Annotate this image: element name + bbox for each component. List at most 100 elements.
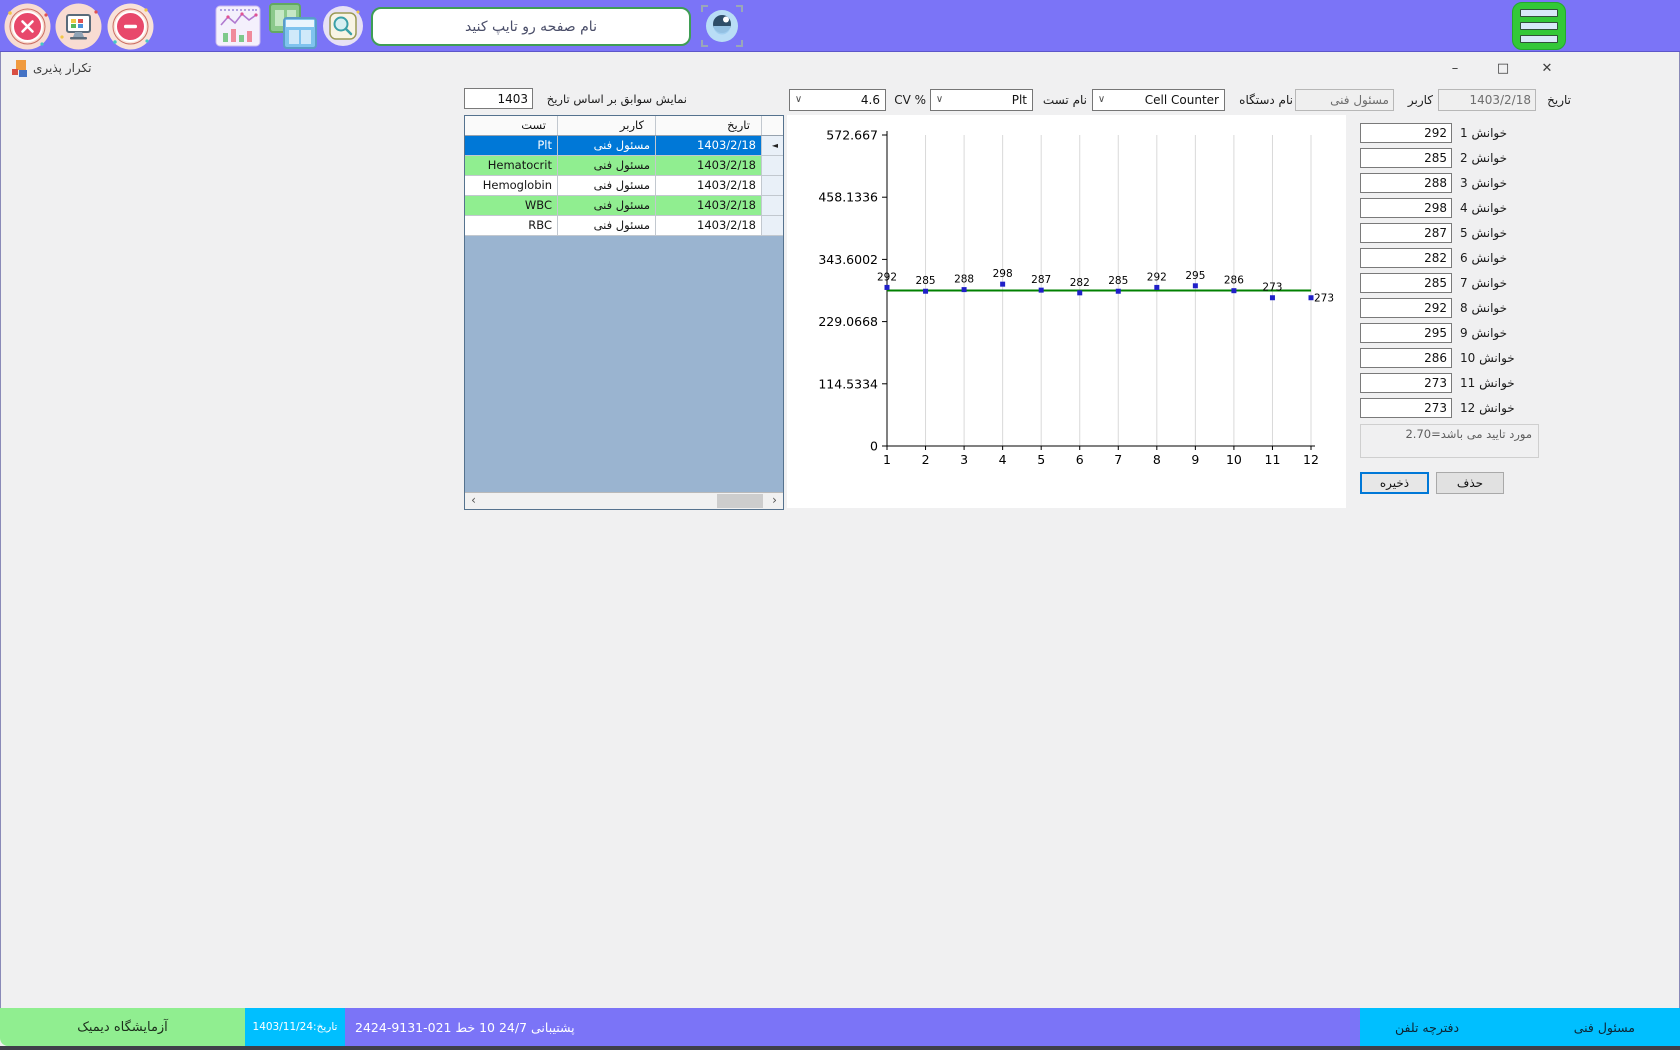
support-segment: پشتیبانی 24/7 10 خط 021-9131-2424 [345, 1008, 1360, 1046]
chart-icon [215, 5, 261, 47]
reading-input-7[interactable] [1360, 273, 1452, 293]
table-row[interactable]: RBCمسئول فنی1403/2/18 [465, 216, 783, 236]
svg-text:285: 285 [916, 275, 936, 287]
page-search-input[interactable] [371, 7, 691, 46]
statusbar-user: مسئول فنی [1574, 1020, 1635, 1035]
svg-text:9: 9 [1191, 452, 1199, 467]
user-field[interactable] [1295, 89, 1394, 111]
minimize-app-button[interactable] [107, 3, 154, 50]
row-selector[interactable] [761, 156, 783, 175]
svg-text:273: 273 [1314, 293, 1334, 305]
table-row[interactable]: WBCمسئول فنی1403/2/18 [465, 196, 783, 216]
reading-row: خوانش 11 [1360, 373, 1570, 393]
table-row[interactable]: Hematocritمسئول فنی1403/2/18 [465, 156, 783, 176]
window-close-button[interactable]: ✕ [1531, 58, 1563, 80]
column-header-user[interactable]: کاربر [557, 116, 655, 135]
column-header-rowselector [761, 116, 783, 135]
test-select[interactable]: ∨ Plt [930, 89, 1033, 111]
scroll-right-icon[interactable]: › [766, 493, 783, 509]
table-row[interactable]: Pltمسئول فنی1403/2/18◄ [465, 136, 783, 156]
page-search-box [371, 7, 691, 46]
reading-input-12[interactable] [1360, 398, 1452, 418]
row-selector[interactable] [761, 216, 783, 235]
table-cell[interactable]: مسئول فنی [557, 176, 655, 195]
chevron-down-icon: ∨ [931, 90, 948, 110]
svg-text:12: 12 [1303, 452, 1319, 467]
table-cell[interactable]: مسئول فنی [557, 216, 655, 235]
reading-label-11: خوانش 11 [1460, 376, 1515, 390]
monitor-icon [55, 3, 102, 50]
table-cell[interactable]: 1403/2/18 [655, 176, 761, 195]
chevron-down-icon: ∨ [1093, 90, 1110, 110]
scrollbar-thumb[interactable] [717, 494, 763, 508]
menu-bar-icon [1520, 22, 1558, 30]
reading-row: خوانش 10 [1360, 348, 1570, 368]
table-cell[interactable]: 1403/2/18 [655, 196, 761, 215]
reading-input-9[interactable] [1360, 323, 1452, 343]
svg-text:6: 6 [1076, 452, 1084, 467]
svg-text:5: 5 [1037, 452, 1045, 467]
row-selector[interactable]: ◄ [761, 136, 783, 155]
svg-text:0: 0 [870, 439, 878, 454]
window-minimize-button[interactable]: – [1439, 58, 1471, 80]
chart-tool-button[interactable] [215, 5, 261, 51]
cv-select[interactable]: ∨ 4.6 [789, 89, 886, 111]
delete-button[interactable]: حذف [1436, 472, 1504, 494]
reading-input-3[interactable] [1360, 173, 1452, 193]
column-header-test[interactable]: تست [465, 116, 557, 135]
user-segment: دفترچه تلفن مسئول فنی [1360, 1008, 1680, 1046]
monitor-button[interactable] [55, 3, 102, 50]
date-field[interactable] [1438, 89, 1536, 111]
table-cell[interactable]: 1403/2/18 [655, 216, 761, 235]
svg-text:4: 4 [999, 452, 1007, 467]
test-value: Plt [948, 93, 1032, 107]
windows-tile-button[interactable] [268, 2, 318, 54]
reading-label-8: خوانش 8 [1460, 301, 1507, 315]
history-filter-input[interactable] [464, 88, 533, 109]
device-select[interactable]: ∨ Cell Counter [1092, 89, 1225, 111]
menu-bar-icon [1520, 35, 1558, 43]
table-cell[interactable]: مسئول فنی [557, 156, 655, 175]
table-cell[interactable]: RBC [465, 216, 557, 235]
reading-input-11[interactable] [1360, 373, 1452, 393]
reading-input-10[interactable] [1360, 348, 1452, 368]
reading-input-2[interactable] [1360, 148, 1452, 168]
table-hscrollbar[interactable]: ‹ › [465, 492, 783, 509]
row-selector[interactable] [761, 196, 783, 215]
search-tool-button[interactable] [322, 5, 364, 51]
reading-input-4[interactable] [1360, 198, 1452, 218]
column-header-date[interactable]: تاریخ [655, 116, 761, 135]
reading-row: خوانش 12 [1360, 398, 1570, 418]
table-cell[interactable]: مسئول فنی [557, 136, 655, 155]
svg-text:282: 282 [1070, 277, 1090, 289]
top-toolbar [0, 0, 1680, 52]
table-cell[interactable]: 1403/2/18 [655, 136, 761, 155]
taskbar-strip [0, 1046, 1680, 1050]
table-cell[interactable]: WBC [465, 196, 557, 215]
table-cell[interactable]: Hemoglobin [465, 176, 557, 195]
svg-text:7: 7 [1114, 452, 1122, 467]
reading-row: خوانش 1 [1360, 123, 1570, 143]
row-selector[interactable] [761, 176, 783, 195]
qc-chart: 572.667458.1336343.6002229.0668114.53340… [787, 115, 1346, 508]
svg-text:343.6002: 343.6002 [818, 252, 878, 267]
table-cell[interactable]: Hematocrit [465, 156, 557, 175]
reading-row: خوانش 2 [1360, 148, 1570, 168]
reading-input-8[interactable] [1360, 298, 1452, 318]
main-menu-button[interactable] [1512, 2, 1566, 50]
close-app-button[interactable] [4, 3, 51, 50]
save-button[interactable]: ذخیره [1360, 472, 1429, 494]
table-cell[interactable]: مسئول فنی [557, 196, 655, 215]
table-row[interactable]: Hemoglobinمسئول فنی1403/2/18 [465, 176, 783, 196]
support-text: پشتیبانی 24/7 10 خط 021-9131-2424 [355, 1020, 575, 1035]
reading-row: خوانش 3 [1360, 173, 1570, 193]
scroll-left-icon[interactable]: ‹ [465, 493, 482, 509]
reading-input-6[interactable] [1360, 248, 1452, 268]
table-cell[interactable]: Plt [465, 136, 557, 155]
phonebook-button[interactable]: دفترچه تلفن [1395, 1020, 1459, 1035]
window-maximize-button[interactable]: □ [1487, 58, 1519, 80]
reading-input-5[interactable] [1360, 223, 1452, 243]
eye-scan-button[interactable] [699, 3, 745, 53]
reading-input-1[interactable] [1360, 123, 1452, 143]
table-cell[interactable]: 1403/2/18 [655, 156, 761, 175]
